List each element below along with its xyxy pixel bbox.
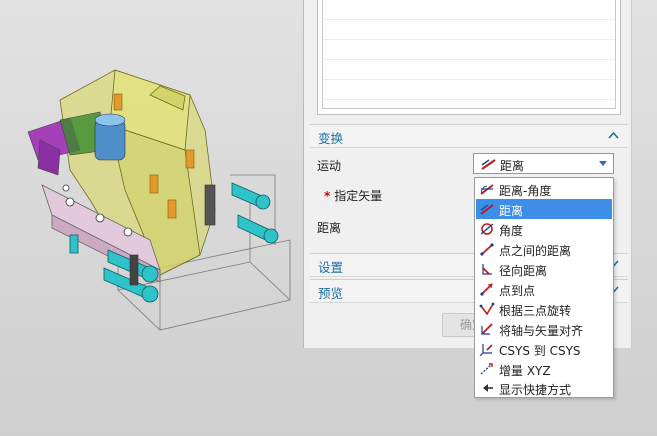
dropdown-item-label: 将轴与矢量对齐 [499,324,584,338]
angle-icon [480,223,494,235]
dropdown-item-angle[interactable]: 角度 [476,219,612,239]
list-row[interactable] [323,60,615,80]
dropdown-item-point-to-point[interactable]: 点到点 [476,279,612,299]
dropdown-item-three-point-rotate[interactable]: 根据三点旋转 [476,299,612,319]
dropdown-item-label: 距离-角度 [499,184,552,198]
dropdown-item-delta-xyz[interactable]: 增量 XYZ [476,359,612,379]
list-row[interactable] [323,40,615,60]
vector-label-text: 指定矢量 [334,189,383,203]
section-preview-title: 预览 [318,286,344,301]
distance-icon [480,204,494,215]
dropdown-item-label: 距离 [499,204,524,218]
dropdown-item-distance[interactable]: 距离 [476,199,612,219]
section-transform-title: 变换 [318,131,344,146]
object-list[interactable] [322,0,616,109]
distance-angle-icon [480,184,494,195]
dropdown-item-align-axis[interactable]: 将轴与矢量对齐 [476,319,612,339]
motion-type-value: 距离 [500,159,525,173]
dropdown-item-label: 角度 [499,224,524,238]
point-distance-icon [480,243,494,256]
dropdown-item-label: 增量 XYZ [499,364,551,378]
dropdown-item-label: 根据三点旋转 [499,304,572,318]
dropdown-item-label: 点之间的距离 [499,244,572,258]
vector-label: * 指定矢量 [324,187,382,204]
dropdown-item-show-shortcuts[interactable]: 显示快捷方式 [476,378,612,398]
three-point-rotate-icon [479,302,495,316]
shortcut-icon [483,384,493,392]
mold-assembly-model[interactable] [0,0,300,340]
dropdown-item-label: 显示快捷方式 [499,383,572,397]
dropdown-item-label: CSYS 到 CSYS [499,344,581,358]
list-row[interactable] [323,80,615,100]
motion-type-dropdown[interactable]: 距离-角度 距离 角度 点之间的距离 径向距离 点到点 根据三点旋转 将轴与矢量… [474,177,614,398]
dropdown-item-label: 点到点 [499,284,536,298]
distance-icon [481,159,496,170]
csys-icon [479,344,493,356]
delta-xyz-icon [480,363,493,375]
radial-distance-icon [482,264,492,275]
section-transform-header[interactable]: 变换 [310,124,628,148]
list-row[interactable] [323,0,615,20]
required-asterisk: * [324,189,331,203]
dropdown-item-point-distance[interactable]: 点之间的距离 [476,239,612,259]
motion-type-select[interactable]: 距离 [473,153,614,174]
dropdown-item-csys[interactable]: CSYS 到 CSYS [476,339,612,359]
dropdown-item-radial-distance[interactable]: 径向距离 [476,259,612,279]
section-settings-title: 设置 [318,260,344,275]
chevron-up-icon[interactable] [608,129,619,142]
align-axis-icon [481,323,493,335]
dropdown-item-label: 径向距离 [499,264,548,278]
point-to-point-icon [480,283,493,296]
list-row[interactable] [323,20,615,40]
object-list-box[interactable] [317,0,621,115]
dropdown-item-distance-angle[interactable]: 距离-角度 [476,179,612,199]
chevron-down-icon[interactable] [599,161,607,166]
motion-label: 运动 [317,159,342,173]
distance-label: 距离 [317,221,342,235]
